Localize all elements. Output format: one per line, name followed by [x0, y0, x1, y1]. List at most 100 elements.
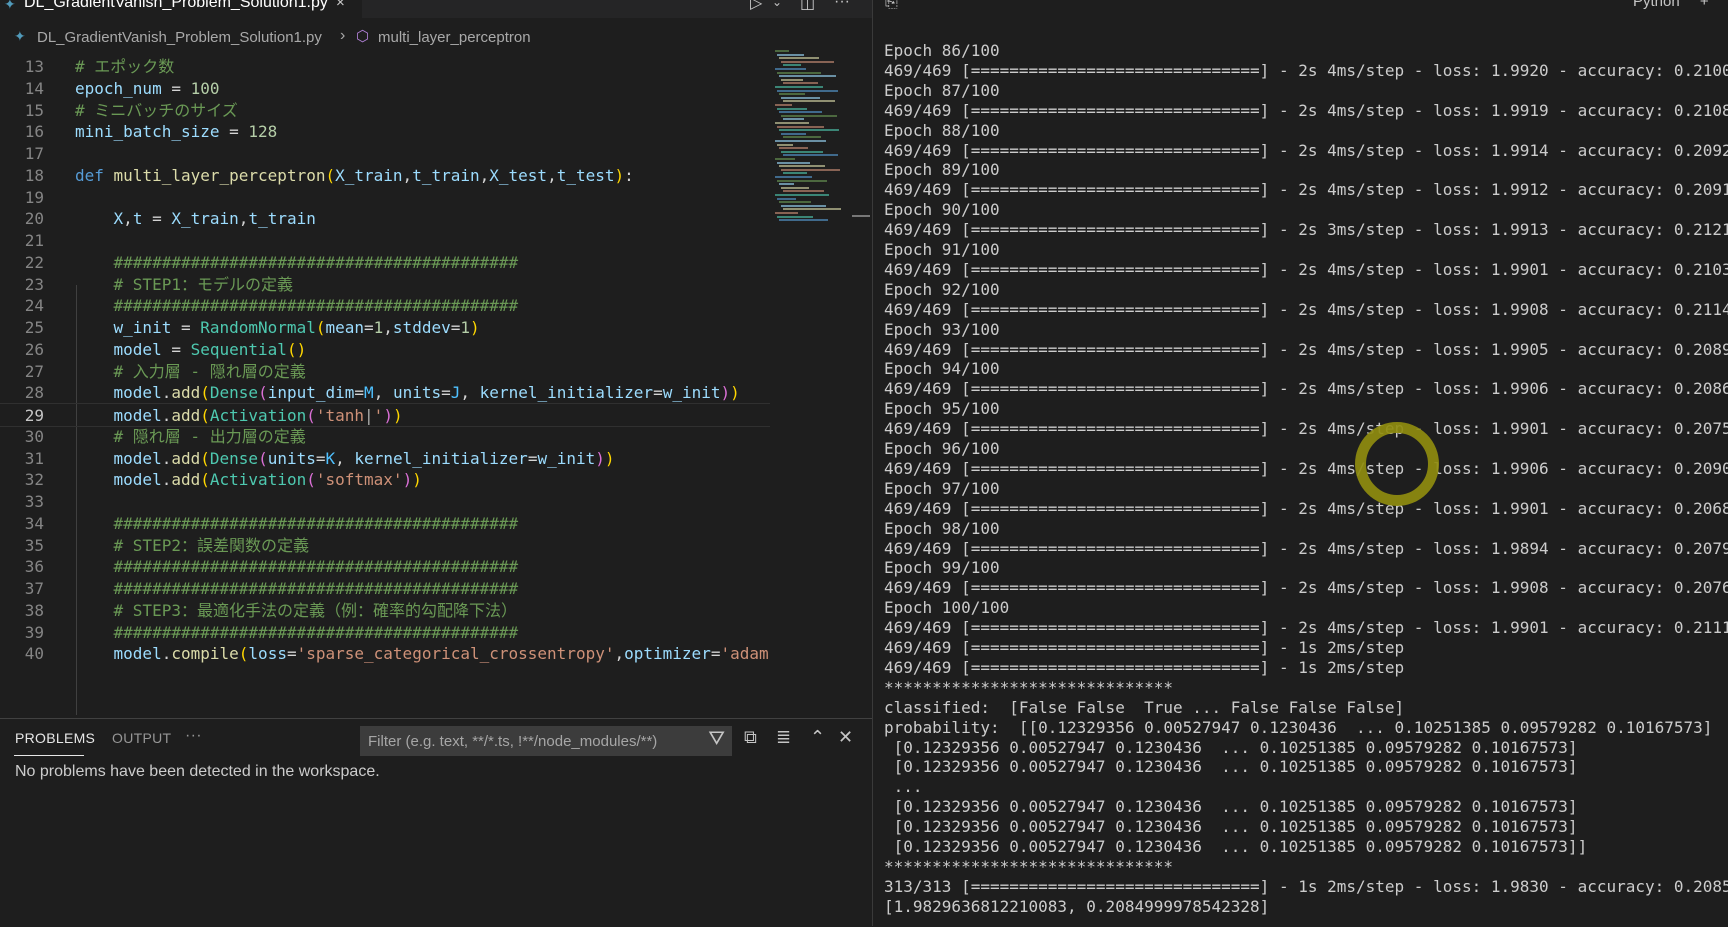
code-line[interactable]: 33 [0, 490, 770, 514]
code-line[interactable]: 22 #####################################… [0, 251, 770, 275]
code-line[interactable]: 13 # エポック数 [0, 55, 770, 79]
code-text: model.add(Dense(input_dim=M, units=J, ke… [75, 381, 740, 405]
list-view-icon[interactable]: ≣ [776, 727, 791, 748]
code-line[interactable]: 26 model = Sequential() [0, 338, 770, 362]
code-token: X_test [489, 165, 548, 185]
code-token: , [547, 165, 557, 185]
output-line: Epoch 87/100 [884, 80, 1000, 100]
code-line[interactable]: 29 model.add(Activation('tanh|')) [0, 403, 770, 427]
editor-scrollbar[interactable] [852, 215, 870, 217]
code-line[interactable]: 18 def multi_layer_perceptron(X_train,t_t… [0, 164, 770, 188]
code-editor[interactable]: 13 # エポック数 14 epoch_num = 100 15 # ミニバッチのサイズ 1… [0, 55, 770, 715]
run-icon[interactable]: ▷ [750, 0, 762, 13]
chevron-up-icon[interactable]: ⌃ [810, 727, 825, 748]
minimap-line [777, 161, 810, 164]
minimap-line [777, 89, 838, 92]
minimap-line [775, 104, 792, 106]
code-line[interactable]: 28 model.add(Dense(input_dim=M, units=J,… [0, 381, 770, 405]
code-line[interactable]: 14 epoch_num = 100 [0, 77, 770, 101]
python-file-icon: ✦ [4, 0, 16, 12]
minimap-line [777, 197, 796, 200]
code-token: def [75, 165, 104, 185]
code-line[interactable]: 25 w_init = RandomNormal(mean=1,stddev=1… [0, 316, 770, 340]
code-token: . [161, 383, 172, 403]
code-token: ( [306, 406, 316, 425]
code-token: model [113, 406, 162, 425]
code-token: add [171, 383, 201, 403]
tab-output[interactable]: OUTPUT [112, 730, 171, 746]
code-line[interactable]: 15 # ミニバッチのサイズ [0, 99, 770, 123]
output-line: 469/469 [==============================]… [884, 618, 1728, 638]
code-token: w_init [537, 448, 596, 468]
code-line[interactable]: 32 model.add(Activation('softmax')) [0, 468, 770, 492]
filter-input[interactable]: Filter (e.g. text, **/*.ts, !**/node_mod… [360, 726, 732, 756]
code-line[interactable]: 35 # STEP2：誤差関数の定義 [0, 534, 770, 558]
code-token: Dense [209, 383, 259, 403]
code-token: ) [470, 318, 480, 337]
filter-icon[interactable]: ⛛ [708, 728, 725, 751]
collapse-all-icon[interactable]: ⧉ [744, 727, 757, 748]
code-text: model.compile(loss='sparse_categorical_c… [75, 642, 769, 666]
code-line[interactable]: 19 [0, 186, 770, 210]
more-panels-icon[interactable]: ··· [185, 727, 202, 745]
code-line[interactable]: 17 [0, 142, 770, 166]
code-line[interactable]: 21 [0, 229, 770, 253]
code-token: = [364, 318, 374, 337]
code-text: epoch_num = 100 [75, 77, 220, 101]
code-token: # 入力層 - 隠れ層の定義 [75, 361, 306, 381]
code-line[interactable]: 37 #####################################… [0, 577, 770, 601]
split-editor-icon[interactable]: ◫ [800, 0, 815, 13]
code-token: ( [306, 470, 316, 490]
output-line: 469/469 [==============================]… [884, 220, 1728, 240]
code-line[interactable]: 30 # 隠れ層 - 出力層の定義 [0, 425, 770, 449]
minimap-line [777, 143, 793, 146]
code-token: compile [171, 644, 239, 664]
code-token: 'tanh [315, 406, 365, 425]
more-actions-icon[interactable]: ··· [834, 0, 850, 11]
breadcrumb-symbol[interactable]: multi_layer_perceptron [378, 29, 531, 46]
editor-tab[interactable]: ✦ DL_GradientVanish_Problem_Solution1.py… [0, 0, 362, 18]
tab-problems[interactable]: PROBLEMS [15, 730, 95, 746]
kernel-selector[interactable]: Python + [1633, 0, 1709, 10]
code-token: ( [258, 383, 268, 403]
tab-close-icon[interactable]: × [336, 0, 345, 11]
export-icon[interactable]: ⎘ [885, 0, 898, 12]
code-token: ( [200, 448, 210, 468]
minimap-line [783, 172, 807, 175]
interactive-output-pane: ⎘ Python + Epoch 86/100 469/469 [========… [872, 0, 1728, 926]
code-line[interactable]: 20 X,t = X_train,t_train [0, 207, 770, 231]
code-line[interactable]: 36 #####################################… [0, 555, 770, 579]
minimap-line [779, 111, 822, 114]
code-line[interactable]: 39 #####################################… [0, 621, 770, 645]
output-line: Epoch 92/100 [884, 279, 1000, 299]
code-line[interactable]: 31 model.add(Dense(units=K, kernel_initi… [0, 447, 770, 471]
minimap-line [783, 208, 841, 211]
breadcrumb-file[interactable]: DL_GradientVanish_Problem_Solution1.py [37, 29, 322, 46]
code-text: X,t = X_train,t_train [75, 207, 316, 231]
output-line: Epoch 96/100 [884, 439, 1000, 458]
code-line[interactable]: 23 # STEP1：モデルの定義 [0, 273, 770, 297]
output-line: 469/469 [==============================]… [884, 458, 1728, 478]
minimap-line [781, 150, 823, 153]
code-line[interactable]: 24 #####################################… [0, 294, 770, 318]
minimap[interactable] [775, 50, 845, 230]
code-line[interactable]: 27 # 入力層 - 隠れ層の定義 [0, 360, 770, 384]
code-line[interactable]: 16 mini_batch_size = 128 [0, 120, 770, 144]
close-icon[interactable]: ✕ [838, 727, 853, 748]
mouse-highlight-ring-icon [1355, 422, 1439, 506]
code-line[interactable]: 34 #####################################… [0, 512, 770, 536]
code-token: . [161, 644, 172, 664]
line-number: 26 [24, 339, 44, 359]
output-line: Epoch 88/100 [884, 120, 1000, 140]
minimap-line [781, 168, 840, 171]
add-icon[interactable]: + [1700, 0, 1709, 10]
code-token: | [364, 406, 374, 425]
code-line[interactable]: 38 # STEP3：最適化手法の定義（例：確率的勾配降下法） [0, 599, 770, 623]
code-line[interactable]: 40 model.compile(loss='sparse_categorica… [0, 642, 770, 666]
output-line: [0.12329356 0.00527947 0.1230436 ... 0.1… [884, 757, 1578, 777]
code-token: ########################################… [75, 252, 519, 272]
run-dropdown-icon[interactable]: ⌄ [772, 0, 782, 9]
code-text: mini_batch_size = 128 [75, 120, 277, 144]
code-token: . [161, 470, 172, 490]
